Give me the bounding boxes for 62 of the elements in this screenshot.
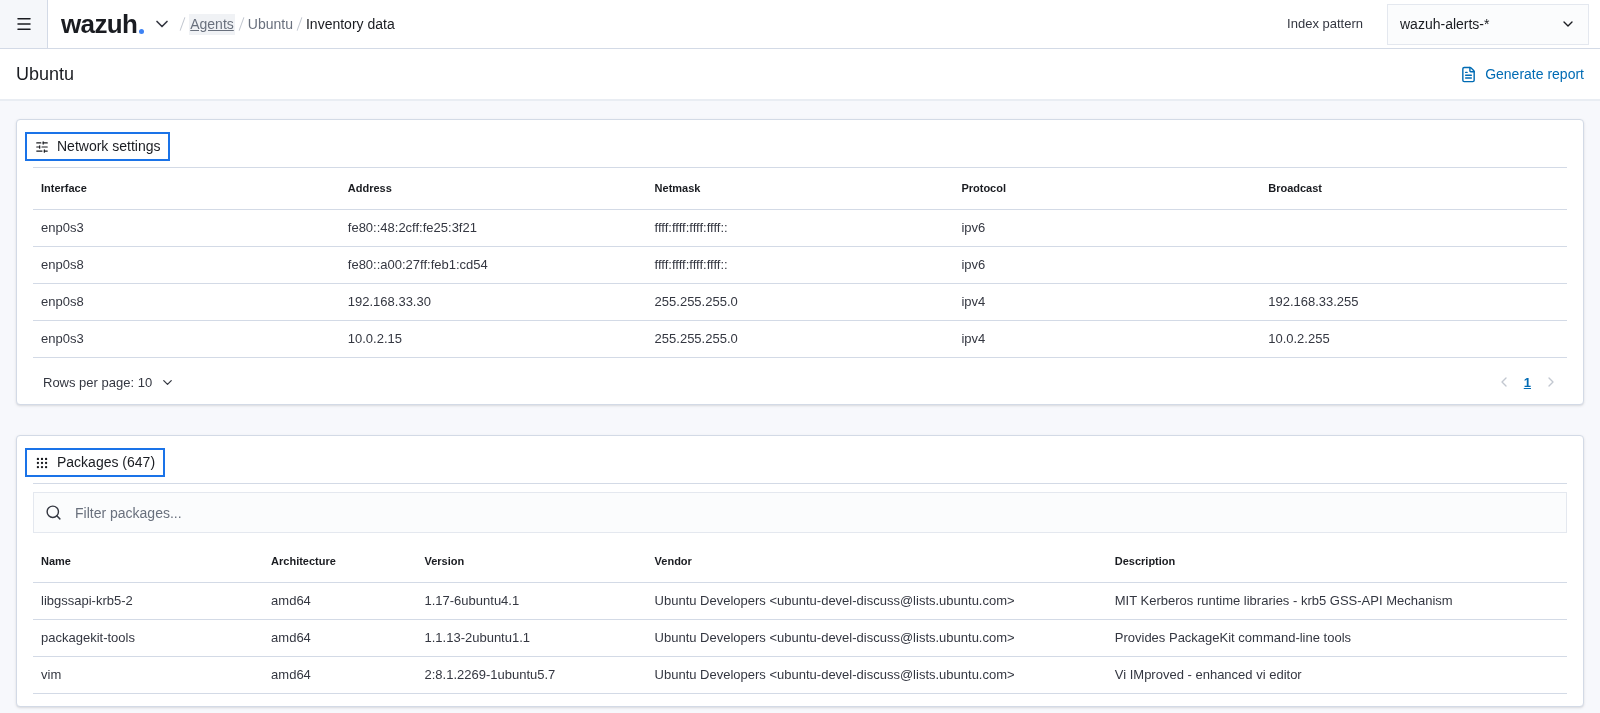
table-cell: vim: [41, 666, 62, 682]
index-pattern-select[interactable]: wazuh-alerts-*: [1387, 3, 1589, 45]
breadcrumb-current: Inventory data: [305, 14, 395, 34]
table-cell: MIT Kerberos runtime libraries - krb5 GSS-API Mechanism: [1114, 592, 1453, 608]
table-cell: 192.168.33.30: [347, 293, 431, 309]
breadcrumb-link[interactable]: Agents: [189, 13, 235, 35]
menu-button[interactable]: [0, 0, 48, 48]
table-cell: ipv6: [961, 219, 986, 235]
table-cell: ffff:ffff:ffff:ffff::: [654, 219, 728, 235]
page-title: Ubuntu: [16, 62, 75, 86]
table-cell: Vi IMproved - enhanced vi editor: [1114, 666, 1302, 682]
table-cell: Provides PackageKit command-line tools: [1114, 629, 1352, 645]
rows-per-page-button[interactable]: Rows per page: 10: [43, 372, 176, 392]
column-header: Name: [41, 555, 71, 567]
table-cell: ffff:ffff:ffff:ffff::: [654, 256, 728, 272]
table-cell: Ubuntu Developers <ubuntu-devel-discuss@lists.ubuntu.com>: [654, 592, 1015, 608]
column-header: Version: [424, 555, 465, 567]
breadcrumb-item[interactable]: Ubuntu: [247, 13, 293, 35]
column-header: Architecture: [271, 555, 336, 567]
table-cell: ipv4: [961, 330, 986, 346]
table-cell: enp0s3: [41, 219, 84, 235]
grid-dots-icon: [35, 455, 49, 470]
column-header: Protocol: [961, 182, 1006, 194]
table-cell: ipv4: [961, 293, 986, 309]
column-header: Description: [1114, 555, 1176, 567]
column-header: Address: [347, 182, 392, 194]
packages-title: Packages (647): [25, 448, 166, 477]
generate-report-button[interactable]: Generate report: [1460, 63, 1584, 85]
table-cell: fe80::48:2cff:fe25:3f21: [347, 219, 477, 235]
column-header: Netmask: [654, 182, 701, 194]
menu-icon: [14, 15, 33, 33]
column-header: Vendor: [654, 555, 692, 567]
table-cell: 10.0.2.15: [347, 330, 402, 346]
table-cell: enp0s8: [41, 293, 84, 309]
table-cell: 10.0.2.255: [1268, 330, 1330, 346]
page-button[interactable]: 1: [1523, 372, 1531, 392]
table-cell: 192.168.33.255: [1268, 293, 1359, 309]
table-cell: 2:8.1.2269-1ubuntu5.7: [424, 666, 556, 682]
table-cell: 1.1.13-2ubuntu1.1: [424, 629, 531, 645]
table-cell: 255.255.255.0: [654, 293, 738, 309]
document-icon: [1460, 65, 1478, 83]
column-header: Interface: [41, 182, 87, 194]
index-pattern-label: Index pattern: [1287, 15, 1363, 34]
sliders-icon: [35, 139, 49, 154]
search-icon: [45, 504, 62, 521]
table-cell: amd64: [271, 666, 311, 682]
table-cell: packagekit-tools: [41, 629, 135, 645]
table-cell: fe80::a00:27ff:feb1:cd54: [347, 256, 488, 272]
logo: wazuh: [61, 11, 138, 37]
table-cell: Ubuntu Developers <ubuntu-devel-discuss@lists.ubuntu.com>: [654, 629, 1015, 645]
table-cell: amd64: [271, 592, 311, 608]
filter-field[interactable]: Filter packages...: [33, 492, 1567, 533]
table-cell: Ubuntu Developers <ubuntu-devel-discuss@lists.ubuntu.com>: [654, 666, 1015, 682]
table-cell: amd64: [271, 629, 311, 645]
table-cell: libgssapi-krb5-2: [41, 592, 133, 608]
table-cell: ipv6: [961, 256, 986, 272]
table-cell: 255.255.255.0: [654, 330, 738, 346]
table-cell: 1.17-6ubuntu4.1: [424, 592, 520, 608]
table-cell: enp0s3: [41, 330, 84, 346]
table-cell: enp0s8: [41, 256, 84, 272]
network-settings-title: Network settings: [25, 132, 171, 161]
column-header: Broadcast: [1268, 182, 1322, 194]
